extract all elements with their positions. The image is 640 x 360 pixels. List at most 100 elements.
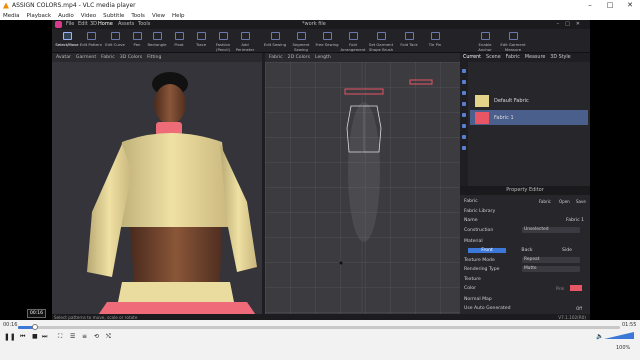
- menu-help[interactable]: Help: [172, 13, 185, 19]
- fabric-name: Default Fabric: [494, 97, 529, 104]
- menu-tools[interactable]: Tools: [131, 13, 145, 19]
- speaker-icon[interactable]: 🔈: [596, 333, 603, 340]
- pe-fabric-library[interactable]: Fabric Library: [464, 207, 588, 215]
- next-icon[interactable]: ⏭: [42, 333, 47, 341]
- previous-icon[interactable]: ⏮: [20, 333, 25, 341]
- tool-shape-brush[interactable]: Set Garment Shape Brush: [368, 31, 394, 52]
- vlc-cone-icon: [3, 2, 9, 9]
- tab-length[interactable]: Length: [315, 55, 331, 60]
- pe-normal-map: Normal Map: [464, 296, 492, 302]
- tab-3d-style[interactable]: 3D Style: [550, 55, 570, 60]
- 2d-view-toolbar: Fabric 2D Colors Length: [265, 53, 460, 62]
- right-panels: Current Scene Fabric Measure 3D Style De…: [460, 53, 590, 322]
- pe-texture-mode[interactable]: Texture Mode Repeat: [464, 256, 588, 264]
- menu-audio[interactable]: Audio: [58, 13, 74, 19]
- tab-fabric-browser[interactable]: Fabric: [506, 55, 520, 60]
- tab-avatar[interactable]: Avatar: [56, 55, 71, 60]
- construction-dropdown[interactable]: Unselected: [522, 227, 580, 233]
- tool-fold-arrangement[interactable]: Fold Arrangement: [340, 31, 366, 52]
- pattern-pieces: [339, 62, 433, 312]
- menu-view[interactable]: View: [152, 13, 165, 19]
- stop-icon[interactable]: ■: [32, 333, 38, 340]
- pe-texture: Texture: [464, 276, 481, 282]
- clo-logo-icon: [55, 21, 62, 28]
- minimize-icon[interactable]: –: [580, 0, 600, 11]
- playlist-icon[interactable]: ≡: [82, 333, 87, 340]
- video-frame[interactable]: File Edit 3D Home Assets Tools *work fil…: [52, 20, 590, 322]
- save-button[interactable]: Save: [576, 199, 586, 204]
- clo-menu-bar: File Edit 3D Home Assets Tools *work fil…: [52, 20, 590, 29]
- fabric-item-1[interactable]: Fabric 1: [470, 110, 588, 125]
- tool-fold-tack[interactable]: Fold Tack: [396, 31, 422, 47]
- pe-rendering-type[interactable]: Rendering Type Matte: [464, 265, 588, 273]
- tool-select-move[interactable]: Select/Move: [54, 31, 80, 47]
- tool-garment-measure[interactable]: Edit Garment Measure: [500, 31, 526, 52]
- 3d-view-toolbar: Avatar Garment Fabric 3D Colors Fitting: [52, 53, 262, 62]
- close-icon[interactable]: ✕: [620, 0, 640, 11]
- clo-menu-file[interactable]: File: [66, 21, 74, 27]
- tool-edit-pattern[interactable]: Edit Pattern: [78, 31, 104, 47]
- clo-menu-3d[interactable]: 3D: [90, 21, 97, 27]
- tab-tools[interactable]: Tools: [138, 21, 150, 27]
- window-title: ASSIGN COLORS.mp4 - VLC media player: [12, 2, 136, 9]
- tool-segment-sewing[interactable]: Segment Sewing: [288, 31, 314, 52]
- vlc-menu-bar: Media Playback Audio Video Subtitle Tool…: [0, 11, 640, 20]
- menu-video[interactable]: Video: [81, 13, 96, 19]
- fabric-item-default[interactable]: Default Fabric: [470, 93, 588, 108]
- tab-fabric-3d[interactable]: Fabric: [101, 55, 115, 60]
- pe-name: Name Fabric 1: [464, 217, 584, 223]
- tab-3d-colors[interactable]: 3D Colors: [120, 55, 142, 60]
- play-pause-icon[interactable]: ❚❚: [4, 333, 16, 341]
- fabric-name: Fabric 1: [494, 114, 514, 121]
- tab-back[interactable]: Back: [508, 248, 546, 253]
- fabric-swatch: [475, 111, 489, 124]
- tab-scene[interactable]: Scene: [486, 55, 501, 60]
- extended-settings-icon[interactable]: ☰: [70, 333, 75, 340]
- tool-free-sewing[interactable]: Free Sewing: [314, 31, 340, 47]
- seek-handle[interactable]: [32, 324, 38, 330]
- tab-measure[interactable]: Measure: [525, 55, 545, 60]
- 3d-viewport[interactable]: Avatar Garment Fabric 3D Colors Fitting: [52, 53, 262, 322]
- clo-menu-edit[interactable]: Edit: [78, 21, 88, 27]
- pe-color[interactable]: Color Pink: [464, 284, 588, 292]
- seek-tooltip: 00:16: [27, 309, 46, 318]
- tab-side[interactable]: Side: [548, 248, 586, 253]
- open-button[interactable]: Open: [559, 199, 570, 204]
- volume-slider[interactable]: [604, 332, 634, 339]
- elapsed-time: 00:16: [3, 322, 18, 328]
- fabric-button[interactable]: Fabric: [539, 199, 551, 204]
- remaining-time[interactable]: 01:55: [622, 322, 636, 328]
- pe-auto-generated[interactable]: Use Auto Generated Off: [464, 304, 588, 312]
- tab-garment[interactable]: Garment: [76, 55, 96, 60]
- fullscreen-icon[interactable]: ⛶: [58, 333, 62, 341]
- auto-generated-toggle[interactable]: Off: [576, 306, 582, 311]
- tool-add-perimeter[interactable]: Add Perimeter: [232, 31, 258, 52]
- seek-bar[interactable]: [18, 326, 620, 329]
- color-swatch[interactable]: [570, 285, 582, 291]
- tab-2d-colors[interactable]: 2D Colors: [288, 55, 310, 60]
- menu-playback[interactable]: Playback: [27, 13, 52, 19]
- pe-construction[interactable]: Construction Unselected: [464, 226, 588, 234]
- 2d-pattern-window[interactable]: Fabric 2D Colors Length: [265, 53, 460, 322]
- tab-current[interactable]: Current: [463, 55, 481, 60]
- browser-side-icons: [460, 62, 468, 187]
- tab-fabric-2d[interactable]: Fabric: [269, 55, 283, 60]
- loop-icon[interactable]: ⟲: [94, 333, 99, 340]
- tab-assets[interactable]: Assets: [118, 21, 134, 27]
- rendering-type-dropdown[interactable]: Matte: [522, 266, 580, 272]
- menu-subtitle[interactable]: Subtitle: [103, 13, 124, 19]
- material-side-tabs: Front Back Side: [464, 246, 588, 254]
- tool-tie-pin[interactable]: Tie Pin: [422, 31, 448, 47]
- tool-edit-sewing[interactable]: Edit Sewing: [262, 31, 288, 47]
- tab-home[interactable]: Home: [98, 21, 113, 27]
- maximize-icon[interactable]: □: [600, 0, 620, 11]
- menu-media[interactable]: Media: [3, 13, 20, 19]
- tab-fitting[interactable]: Fitting: [147, 55, 161, 60]
- window-controls[interactable]: –□✕: [557, 21, 586, 27]
- tab-front[interactable]: Front: [468, 247, 506, 253]
- property-editor-title: Property Editor: [460, 186, 590, 195]
- texture-mode-dropdown[interactable]: Repeat: [522, 257, 580, 263]
- shuffle-icon[interactable]: ⤭: [106, 333, 111, 341]
- vlc-title-bar: ASSIGN COLORS.mp4 - VLC media player – □…: [0, 0, 640, 11]
- file-name: *work file: [302, 21, 326, 27]
